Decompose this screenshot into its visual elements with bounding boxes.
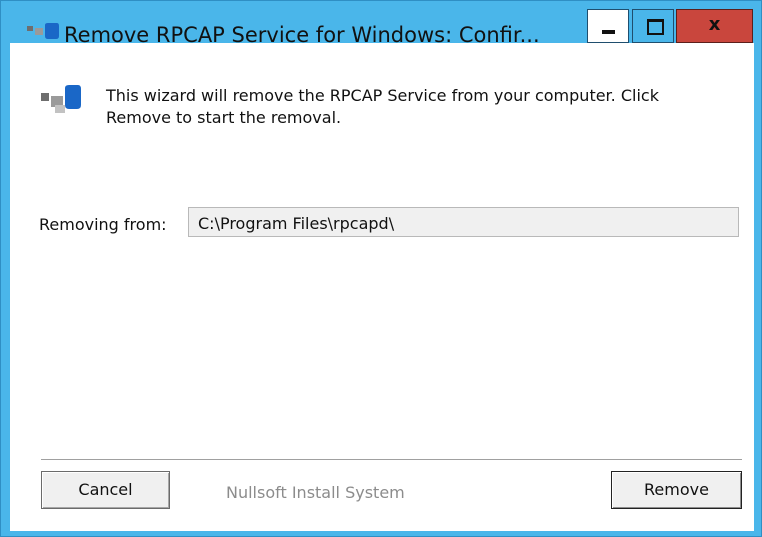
header-area: This wizard will remove the RPCAP Servic…	[10, 43, 754, 143]
maximize-button[interactable]	[632, 9, 674, 43]
intro-text: This wizard will remove the RPCAP Servic…	[106, 86, 659, 127]
close-button[interactable]: x	[676, 9, 753, 43]
removing-from-label: Removing from:	[39, 215, 167, 234]
removing-path-field[interactable]: C:\Program Files\rpcapd\	[188, 207, 739, 237]
cancel-button[interactable]: Cancel	[41, 471, 170, 509]
dialog-content: This wizard will remove the RPCAP Servic…	[10, 43, 754, 531]
rpcap-installer-icon	[41, 85, 81, 113]
close-icon: x	[708, 14, 721, 35]
footer-separator	[41, 459, 742, 461]
nullsoft-branding: Nullsoft Install System	[226, 483, 405, 502]
minimize-button[interactable]	[587, 9, 629, 43]
app-icon	[27, 23, 59, 39]
installer-window: Remove RPCAP Service for Windows: Confir…	[0, 0, 762, 537]
title-bar[interactable]: Remove RPCAP Service for Windows: Confir…	[1, 1, 761, 47]
remove-button[interactable]: Remove	[611, 471, 742, 509]
